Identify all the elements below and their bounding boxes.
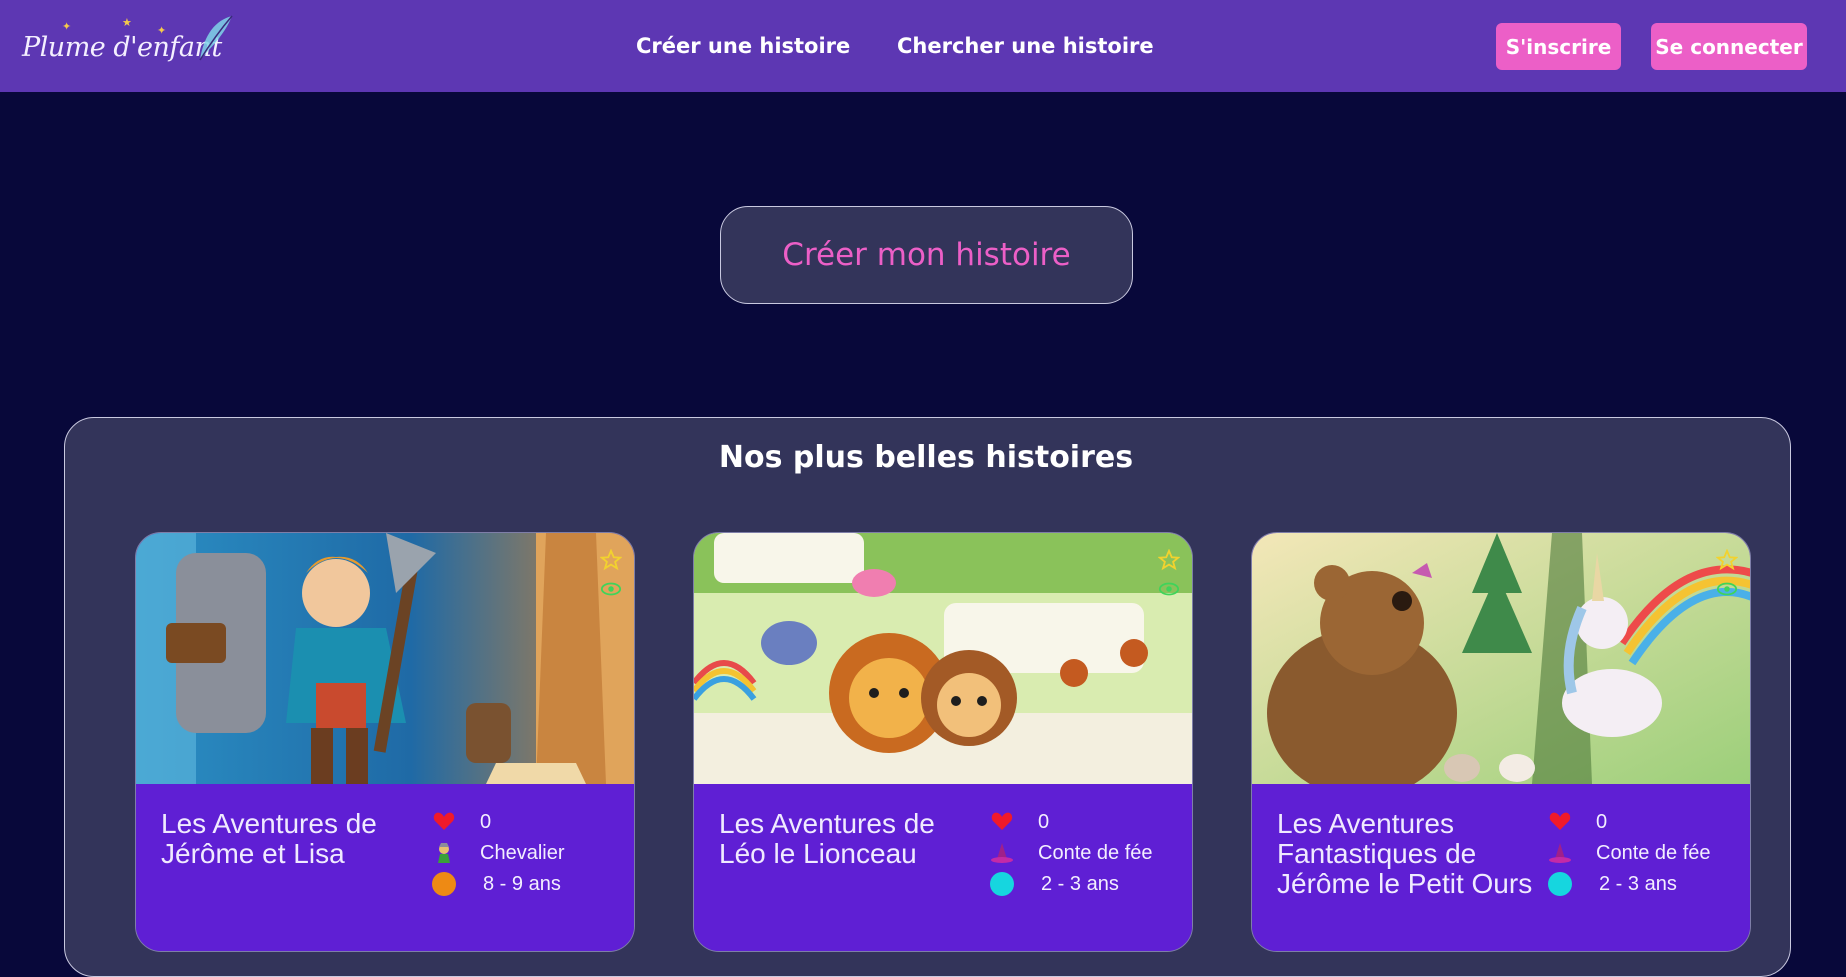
age-badge-dot bbox=[432, 872, 456, 896]
story-title: Les Aventures de Léo le Lionceau bbox=[719, 808, 935, 869]
story-genre: Chevalier bbox=[480, 842, 565, 864]
knight-icon bbox=[438, 843, 450, 863]
story-cover-image bbox=[136, 533, 634, 784]
create-my-story-button[interactable]: Créer mon histoire bbox=[720, 206, 1133, 304]
age-badge-dot bbox=[990, 872, 1014, 896]
sparkle-icon: ✦ bbox=[157, 24, 167, 37]
brand-logo[interactable]: Plume d'enfant ✦ ★ ✦ bbox=[22, 14, 236, 76]
view-eye-icon[interactable] bbox=[1716, 581, 1738, 597]
witch-hat-icon bbox=[991, 843, 1013, 863]
story-genre: Conte de fée bbox=[1038, 842, 1153, 864]
heart-icon[interactable] bbox=[1548, 809, 1572, 833]
heart-icon[interactable] bbox=[990, 809, 1014, 833]
story-genre: Conte de fée bbox=[1596, 842, 1711, 864]
likes-count: 0 bbox=[480, 811, 492, 833]
story-cover-image bbox=[1252, 533, 1750, 784]
story-title: Les Aventures Fantastiques de Jérôme le … bbox=[1277, 808, 1533, 899]
story-card[interactable]: Les Aventures de Jérôme et Lisa 0 Cheval… bbox=[135, 532, 635, 952]
sparkle-icon: ★ bbox=[122, 16, 132, 29]
story-title: Les Aventures de Jérôme et Lisa bbox=[161, 808, 377, 869]
signup-button[interactable]: S'inscrire bbox=[1496, 23, 1621, 70]
witch-hat-icon bbox=[1549, 843, 1571, 863]
likes-count: 0 bbox=[1596, 811, 1608, 833]
nav-create-story[interactable]: Créer une histoire bbox=[636, 34, 850, 58]
sparkle-icon: ✦ bbox=[62, 20, 72, 33]
view-eye-icon[interactable] bbox=[600, 581, 622, 597]
top-navigation-bar: Plume d'enfant ✦ ★ ✦ Créer une histoire … bbox=[0, 0, 1846, 92]
brand-name: Plume d'enfant bbox=[22, 32, 222, 63]
heart-icon[interactable] bbox=[432, 809, 456, 833]
story-age-range: 2 - 3 ans bbox=[1599, 873, 1677, 895]
section-title: Nos plus belles histoires bbox=[718, 440, 1134, 475]
likes-count: 0 bbox=[1038, 811, 1050, 833]
story-card-info: Les Aventures de Léo le Lionceau 0 Conte… bbox=[694, 784, 1192, 951]
view-eye-icon[interactable] bbox=[1158, 581, 1180, 597]
story-card-info: Les Aventures de Jérôme et Lisa 0 Cheval… bbox=[136, 784, 634, 951]
favorite-star-icon[interactable] bbox=[1158, 549, 1180, 571]
feather-icon bbox=[199, 15, 233, 61]
nav-search-story[interactable]: Chercher une histoire bbox=[897, 34, 1154, 58]
story-card[interactable]: Les Aventures de Léo le Lionceau 0 Conte… bbox=[693, 532, 1193, 952]
age-badge-dot bbox=[1548, 872, 1572, 896]
favorite-star-icon[interactable] bbox=[1716, 549, 1738, 571]
login-button[interactable]: Se connecter bbox=[1651, 23, 1807, 70]
story-card[interactable]: Les Aventures Fantastiques de Jérôme le … bbox=[1251, 532, 1751, 952]
favorite-star-icon[interactable] bbox=[600, 549, 622, 571]
story-age-range: 8 - 9 ans bbox=[483, 873, 561, 895]
story-card-info: Les Aventures Fantastiques de Jérôme le … bbox=[1252, 784, 1750, 951]
story-age-range: 2 - 3 ans bbox=[1041, 873, 1119, 895]
story-cover-image bbox=[694, 533, 1192, 784]
